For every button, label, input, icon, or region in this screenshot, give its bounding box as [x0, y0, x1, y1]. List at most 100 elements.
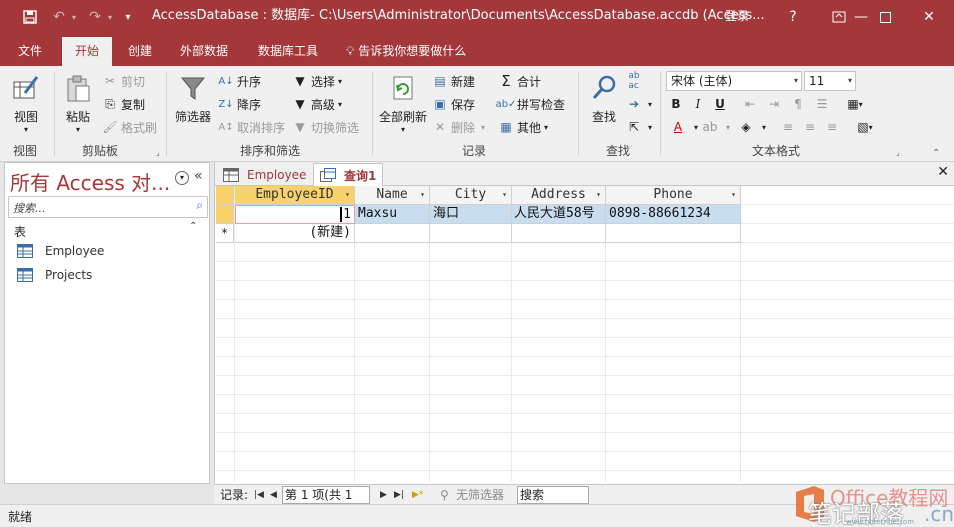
- goto-button[interactable]: ➔ ▾: [626, 94, 652, 114]
- new-record-button[interactable]: ▤ 新建: [432, 71, 475, 91]
- advanced-button[interactable]: ▼ 高级 ▾: [292, 94, 342, 114]
- select-all-corner[interactable]: [216, 186, 234, 205]
- bullets-icon[interactable]: ☰: [812, 94, 832, 114]
- first-record-icon[interactable]: |◀: [254, 487, 264, 503]
- column-header-name[interactable]: Name ▾: [355, 186, 430, 205]
- totals-button[interactable]: Σ 合计: [498, 71, 541, 91]
- nav-item-projects[interactable]: Projects: [17, 265, 92, 285]
- decrease-indent-icon[interactable]: ⇤: [740, 94, 760, 114]
- underline-button[interactable]: U: [710, 94, 730, 114]
- redo-dropdown-icon[interactable]: ▾: [104, 0, 116, 34]
- save-record-button[interactable]: ▣ 保存: [432, 94, 475, 114]
- tab-external-data[interactable]: 外部数据: [168, 37, 240, 66]
- doc-tab-query1[interactable]: 查询1: [313, 163, 384, 186]
- last-record-icon[interactable]: ▶|: [394, 487, 404, 503]
- clipboard-launcher-icon[interactable]: ⌟: [156, 148, 166, 158]
- column-dropdown-icon[interactable]: ▾: [596, 186, 601, 204]
- new-row-cell[interactable]: [606, 224, 741, 243]
- nav-search-input[interactable]: 搜索... ⌕: [8, 196, 208, 218]
- nav-section-tables[interactable]: 表: [14, 223, 26, 240]
- delete-record-button[interactable]: ✕ 删除 ▾: [432, 117, 485, 137]
- view-button[interactable]: 视图 ▾: [6, 72, 46, 134]
- table-cell-employeeid[interactable]: 1: [235, 205, 355, 224]
- tab-home[interactable]: 开始: [62, 37, 112, 66]
- collapse-section-icon[interactable]: ⌃: [189, 221, 197, 232]
- save-icon[interactable]: [18, 0, 42, 34]
- sort-descending-button[interactable]: Z↓ 降序: [218, 94, 261, 114]
- font-color-icon[interactable]: A: [668, 117, 688, 137]
- nav-menu-dropdown-icon[interactable]: ▾: [175, 171, 189, 185]
- undo-dropdown-icon[interactable]: ▾: [68, 0, 80, 34]
- column-header-address[interactable]: Address ▾: [512, 186, 606, 205]
- find-button[interactable]: 查找: [586, 72, 622, 125]
- highlight-icon[interactable]: ab: [700, 117, 720, 137]
- filter-button[interactable]: 筛选器: [172, 72, 214, 125]
- filter-status[interactable]: 无筛选器: [456, 487, 504, 503]
- align-center-icon[interactable]: ≡: [800, 117, 820, 137]
- highlight-dropdown-icon[interactable]: ▾: [718, 117, 738, 137]
- collapse-ribbon-icon[interactable]: ⌃: [932, 148, 942, 159]
- align-right-icon[interactable]: ≡: [822, 117, 842, 137]
- clear-sort-button[interactable]: A↕ 取消排序: [218, 117, 285, 137]
- column-dropdown-icon[interactable]: ▾: [345, 186, 350, 204]
- redo-icon[interactable]: ↷: [84, 0, 106, 34]
- previous-record-icon[interactable]: ◀: [270, 487, 277, 503]
- font-name-select[interactable]: 宋体 (主体) ▾: [666, 71, 802, 91]
- tab-file[interactable]: 文件: [6, 37, 54, 66]
- text-format-launcher-icon[interactable]: ⌟: [896, 148, 906, 158]
- toggle-filter-button[interactable]: ▼ 切换筛选: [292, 117, 359, 137]
- alternate-row-color-icon[interactable]: ▧ ▾: [850, 117, 880, 137]
- help-button[interactable]: ?: [770, 0, 816, 34]
- column-dropdown-icon[interactable]: ▾: [502, 186, 507, 204]
- nav-pane-title[interactable]: 所有 Access 对...: [10, 167, 170, 196]
- tab-create[interactable]: 创建: [116, 37, 164, 66]
- close-button[interactable]: ✕: [906, 0, 952, 34]
- table-cell-phone[interactable]: 0898-88661234: [606, 205, 741, 224]
- doc-tab-employee[interactable]: Employee: [217, 163, 312, 186]
- column-header-phone[interactable]: Phone ▾: [606, 186, 741, 205]
- nav-item-employee[interactable]: Employee: [17, 241, 104, 261]
- new-row-cell[interactable]: [512, 224, 606, 243]
- sort-ascending-button[interactable]: A↓ 升序: [218, 71, 261, 91]
- format-painter-button[interactable]: 🖌︎ 格式刷: [102, 117, 157, 137]
- paste-button[interactable]: 粘贴 ▾: [60, 72, 96, 134]
- shutter-bar-close-icon[interactable]: «: [194, 168, 203, 184]
- new-row-cell[interactable]: (新建): [235, 224, 355, 243]
- copy-button[interactable]: ⎘ 复制: [102, 94, 145, 114]
- column-header-city[interactable]: City ▾: [430, 186, 512, 205]
- maximize-button[interactable]: [862, 0, 908, 34]
- fill-color-icon[interactable]: ◈: [736, 117, 756, 137]
- refresh-all-button[interactable]: 全部刷新 ▾: [378, 72, 428, 134]
- filter-indicator-icon[interactable]: ⚲: [440, 487, 449, 503]
- cut-button[interactable]: ✂ 剪切: [102, 71, 145, 91]
- new-row-cell[interactable]: [430, 224, 512, 243]
- column-dropdown-icon[interactable]: ▾: [731, 186, 736, 204]
- next-record-icon[interactable]: ▶: [380, 487, 387, 503]
- close-document-icon[interactable]: ✕: [937, 164, 949, 180]
- column-header-employeeid[interactable]: EmployeeID ▾: [235, 186, 355, 205]
- bold-button[interactable]: B: [666, 94, 686, 114]
- selection-button[interactable]: ▼ 选择 ▾: [292, 71, 342, 91]
- search-icon[interactable]: ⌕: [196, 198, 203, 213]
- select-button[interactable]: ⇱ ▾: [626, 117, 652, 137]
- row-selector[interactable]: [216, 205, 234, 224]
- replace-button[interactable]: ab ac: [626, 71, 645, 91]
- table-cell-name[interactable]: Maxsu: [355, 205, 430, 224]
- login-link[interactable]: 登录: [725, 0, 749, 34]
- table-cell-city[interactable]: 海口: [430, 205, 512, 224]
- fill-color-dropdown-icon[interactable]: ▾: [754, 117, 774, 137]
- increase-indent-icon[interactable]: ⇥: [764, 94, 784, 114]
- record-search-input[interactable]: 搜索: [517, 486, 589, 504]
- new-record-nav-icon[interactable]: ▶*: [412, 487, 423, 503]
- column-dropdown-icon[interactable]: ▾: [420, 186, 425, 204]
- spelling-button[interactable]: ab✓ 拼写检查: [496, 94, 565, 114]
- table-cell-address[interactable]: 人民大道58号: [512, 205, 606, 224]
- tell-me-box[interactable]: 💡︎ 告诉我你想要做什么: [346, 37, 466, 66]
- new-row-cell[interactable]: [355, 224, 430, 243]
- font-size-select[interactable]: 11 ▾: [804, 71, 856, 91]
- align-left-icon[interactable]: ≡: [778, 117, 798, 137]
- record-position-input[interactable]: 第 1 项(共 1 项): [282, 486, 370, 518]
- more-button[interactable]: ▦ 其他 ▾: [498, 117, 548, 137]
- customize-toolbar-icon[interactable]: ▾: [120, 0, 136, 34]
- new-row-marker[interactable]: *: [216, 224, 234, 243]
